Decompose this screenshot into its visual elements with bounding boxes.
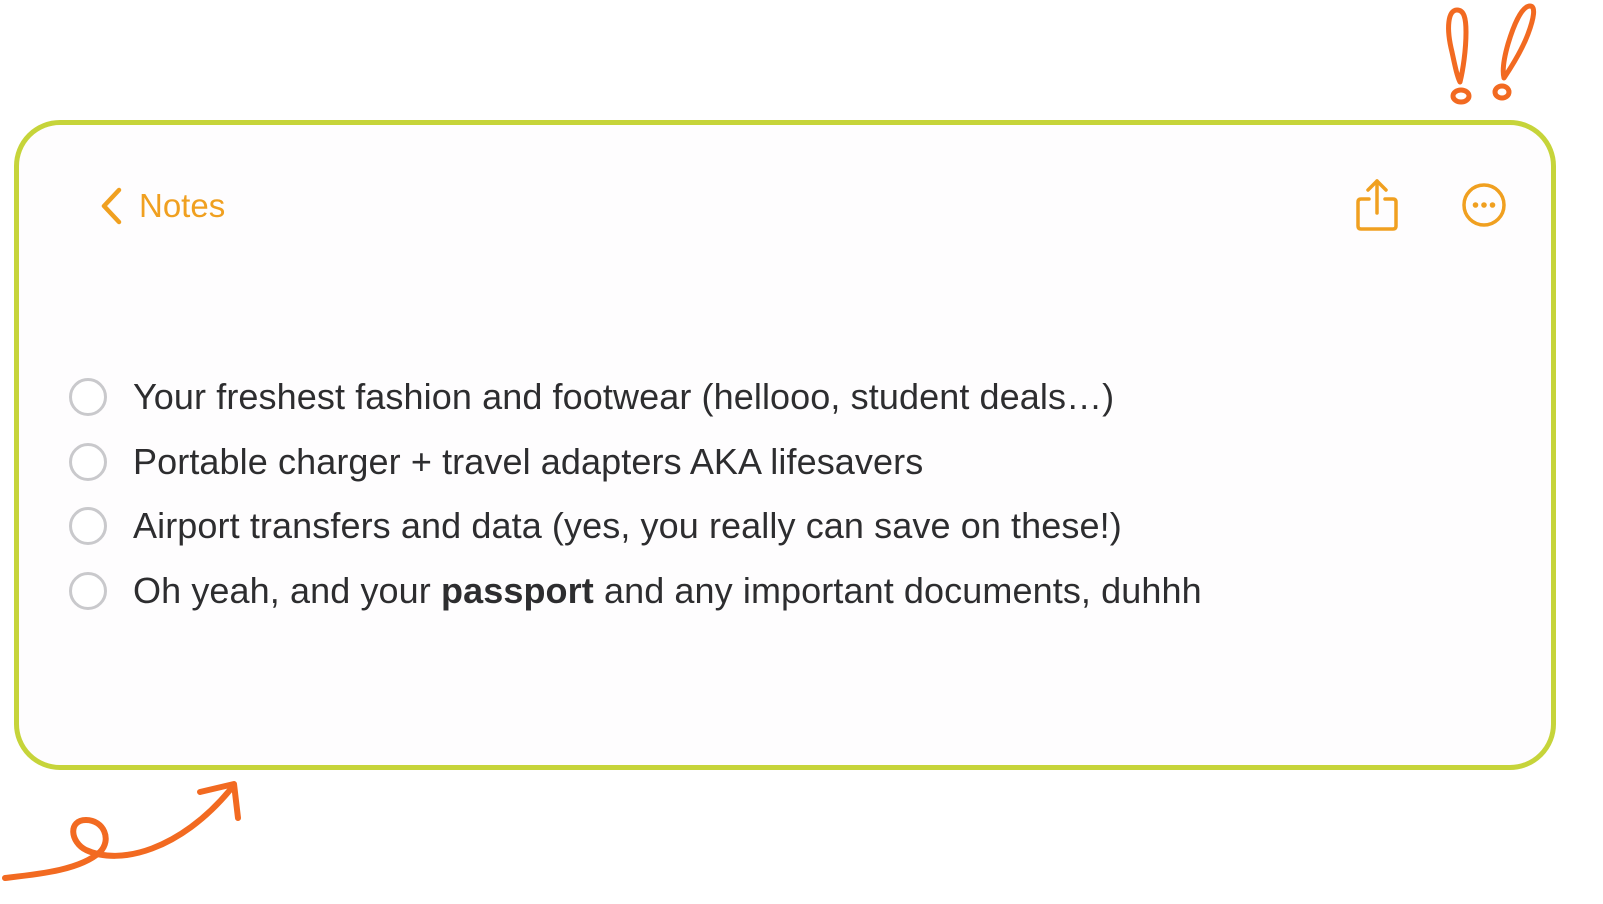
- checklist-item: Airport transfers and data (yes, you rea…: [69, 494, 1202, 559]
- text-after: and any important documents, duhhh: [593, 570, 1202, 612]
- share-icon[interactable]: [1354, 177, 1400, 233]
- checkbox[interactable]: [69, 442, 107, 481]
- bold-passport: passport: [441, 570, 594, 612]
- back-label: Notes: [139, 187, 226, 224]
- checklist-item-text: Airport transfers and data (yes, you rea…: [133, 505, 1122, 547]
- chevron-left-icon: [101, 187, 122, 225]
- back-to-notes-button[interactable]: Notes: [97, 181, 225, 231]
- checklist-item-text: Portable charger + travel adapters AKA l…: [133, 440, 924, 482]
- checklist-item-text: Oh yeah, and your passport and any impor…: [133, 570, 1202, 612]
- note-card: Notes Your freshest fashion and footwear…: [14, 120, 1556, 770]
- checkbox[interactable]: [69, 572, 107, 611]
- exclamation-doodle-icon: [1446, 3, 1537, 105]
- ellipsis-circle-icon[interactable]: [1460, 181, 1508, 229]
- checklist-item: Oh yeah, and your passport and any impor…: [69, 559, 1202, 624]
- checklist: Your freshest fashion and footwear (hell…: [69, 365, 1202, 623]
- checkbox[interactable]: [69, 378, 107, 417]
- curly-arrow-doodle-icon: [2, 781, 241, 881]
- text-before: Oh yeah, and your: [133, 570, 441, 612]
- checklist-item: Portable charger + travel adapters AKA l…: [69, 430, 1202, 495]
- checklist-item: Your freshest fashion and footwear (hell…: [69, 365, 1202, 430]
- checkbox[interactable]: [69, 507, 107, 546]
- checklist-item-text: Your freshest fashion and footwear (hell…: [133, 376, 1115, 418]
